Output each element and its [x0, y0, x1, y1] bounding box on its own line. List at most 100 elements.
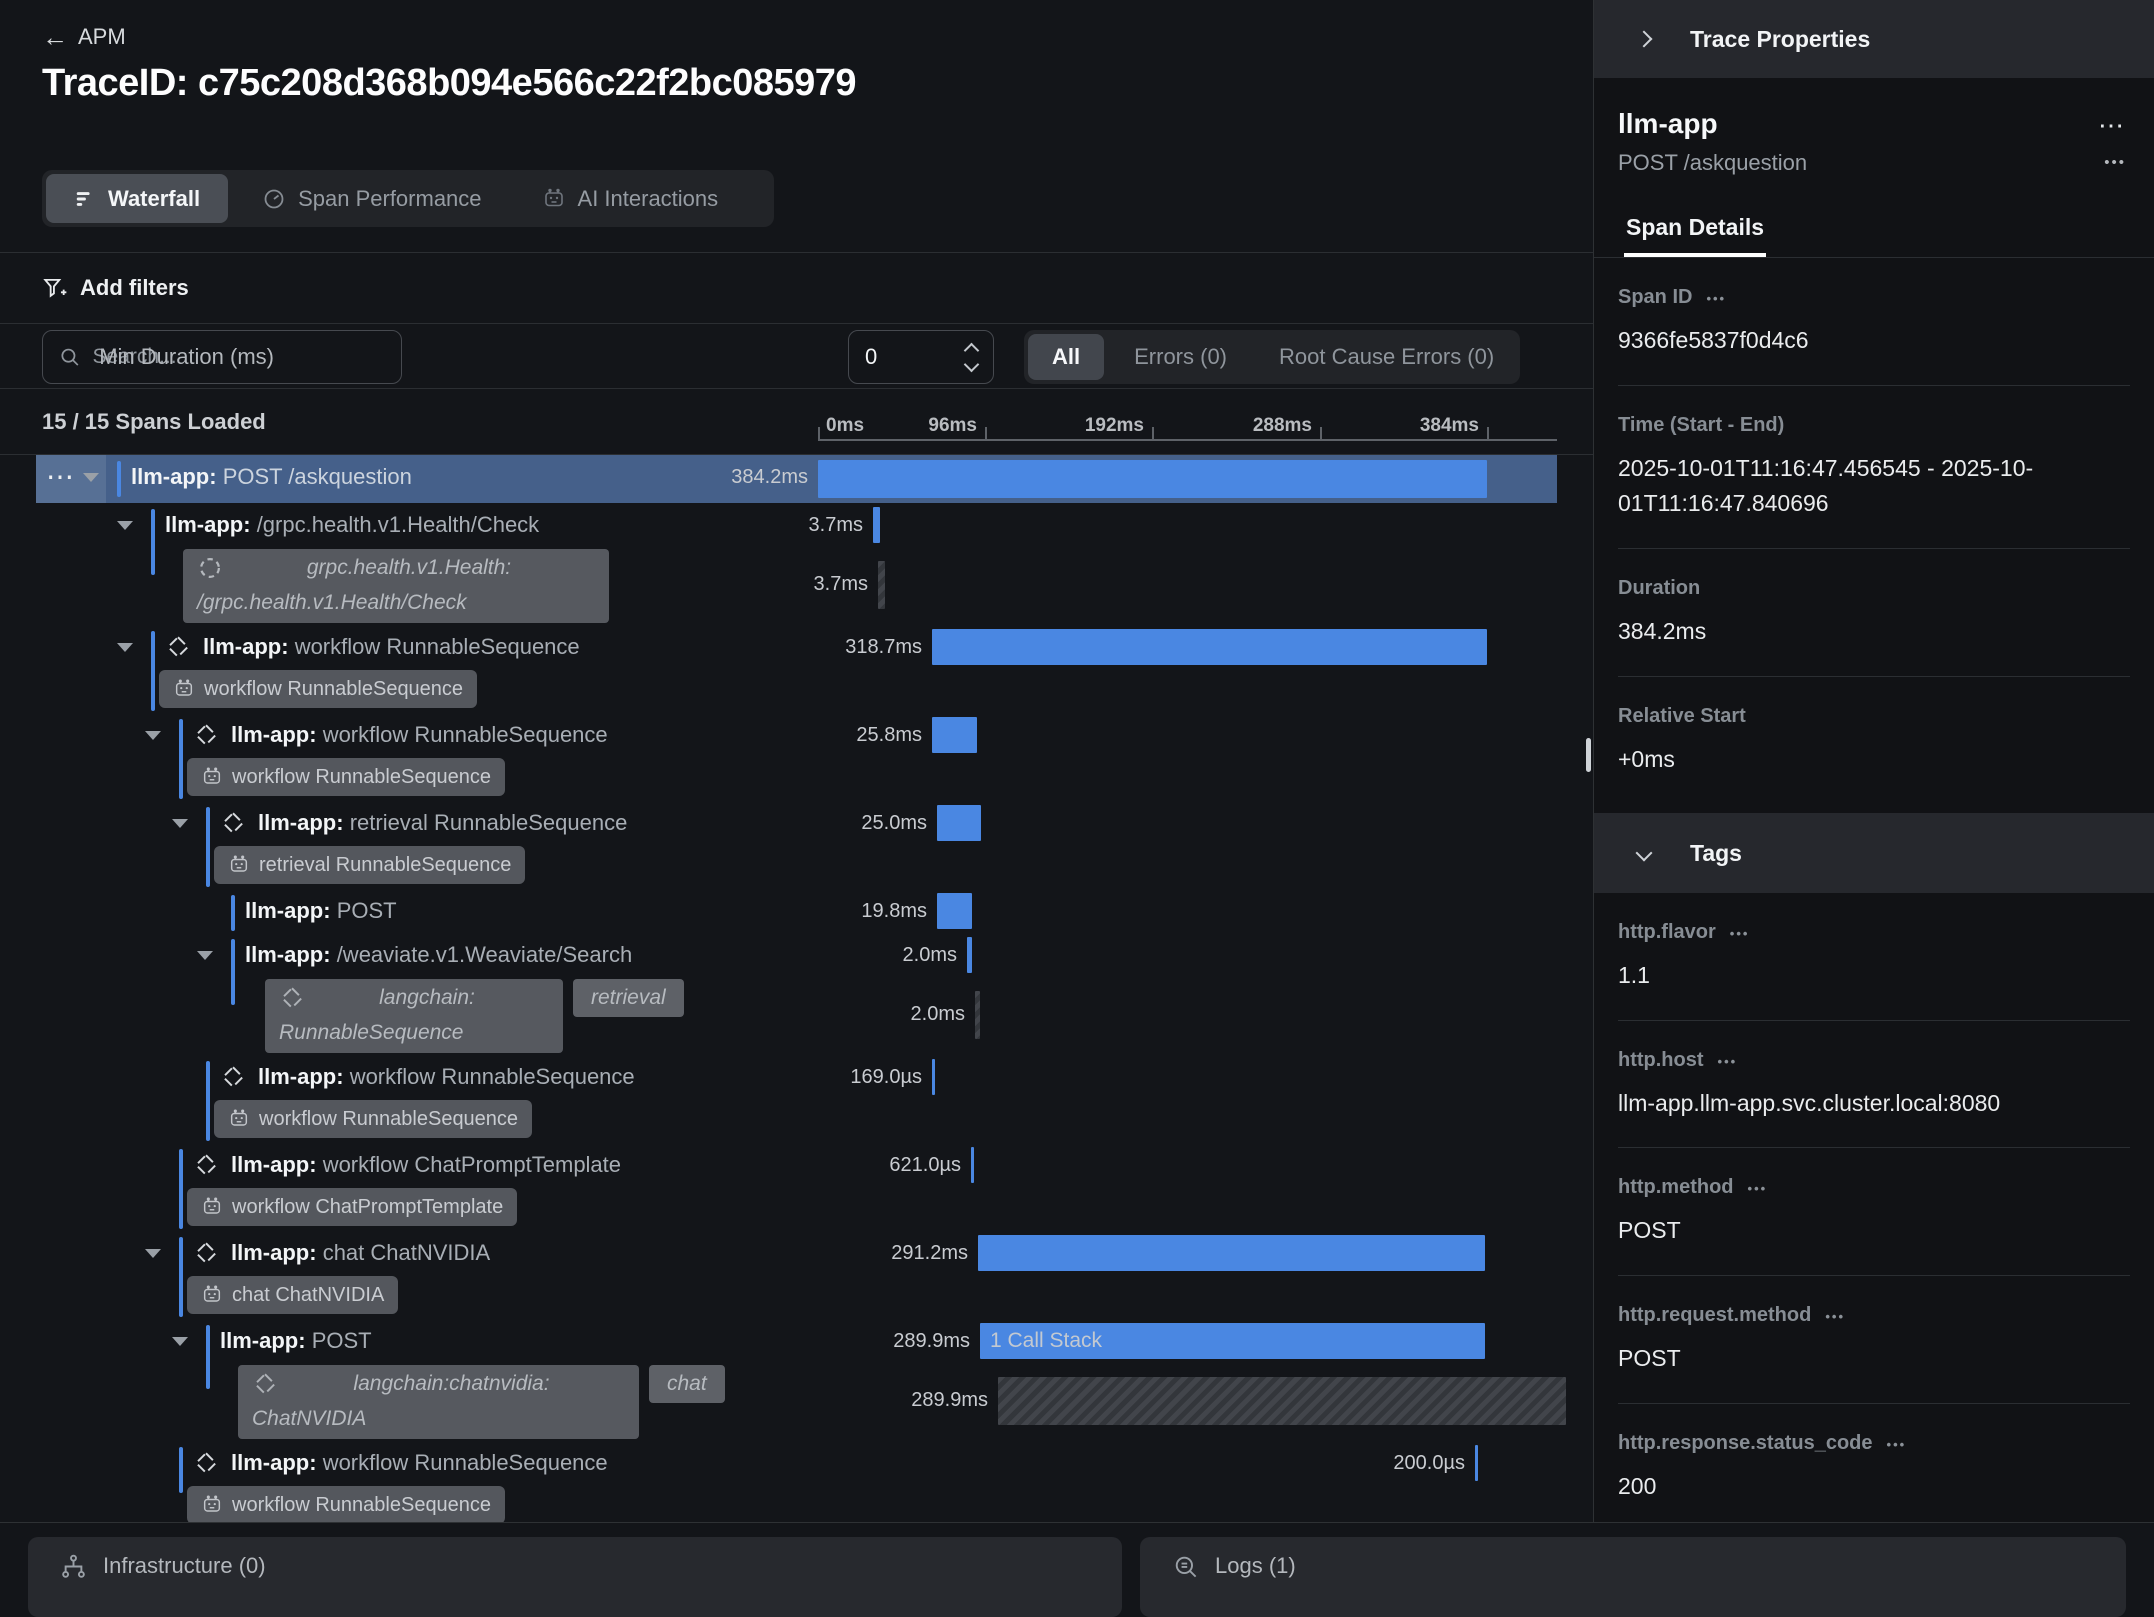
span-bar[interactable]	[978, 1235, 1485, 1271]
collapse-caret-icon[interactable]	[145, 731, 161, 740]
collapse-caret-icon[interactable]	[172, 1337, 188, 1346]
operation-chip[interactable]: workflow RunnableSequence	[214, 1100, 532, 1138]
span-bar[interactable]	[932, 717, 977, 753]
span-label[interactable]: llm-app: workflow RunnableSequence	[231, 1441, 608, 1485]
call-stack-badge[interactable]: 1 Call Stack	[980, 1323, 1485, 1359]
span-label[interactable]: llm-app: POST	[220, 1319, 372, 1363]
field-menu-icon[interactable]: •••	[1730, 926, 1750, 941]
min-duration-input-box[interactable]	[848, 330, 994, 384]
field-menu-icon[interactable]: •••	[1706, 291, 1726, 306]
operation-chip[interactable]: retrieval RunnableSequence	[214, 846, 525, 884]
waterfall-rows: ⋯llm-app: POST /askquestion384.2msllm-ap…	[0, 455, 1593, 1522]
logs-button[interactable]: Logs (1)	[1140, 1537, 2126, 1617]
field-value: +0ms	[1618, 742, 2130, 778]
waterfall-operation-tooltip-row[interactable]: langchain:chatnvidia: ChatNVIDIAchat289.…	[0, 1363, 1593, 1441]
span-label[interactable]: llm-app: chat ChatNVIDIA	[231, 1231, 490, 1275]
span-bar[interactable]	[937, 805, 981, 841]
add-filters-button[interactable]: Add filters	[42, 253, 189, 323]
service-menu-icon[interactable]: ⋯	[2098, 110, 2126, 141]
waterfall-span-row[interactable]: llm-app: workflow RunnableSequence25.8ms…	[0, 713, 1593, 801]
operation-chip[interactable]: workflow RunnableSequence	[187, 1486, 505, 1522]
trace-properties-panel: Trace Properties llm-app ⋯ POST /askques…	[1593, 0, 2154, 1522]
operation-robot-icon	[228, 854, 250, 876]
span-label[interactable]: llm-app: workflow ChatPromptTemplate	[231, 1143, 621, 1187]
waterfall-span-row[interactable]: llm-app: workflow RunnableSequence169.0µ…	[0, 1055, 1593, 1143]
waterfall-span-row[interactable]: llm-app: /weaviate.v1.Weaviate/Search 2.0…	[0, 933, 1593, 977]
waterfall-operation-tooltip-row[interactable]: langchain: RunnableSequenceretrieval2.0m…	[0, 977, 1593, 1055]
span-duration: 2.0ms	[717, 933, 957, 977]
number-stepper[interactable]	[966, 345, 977, 370]
waterfall-span-row[interactable]: llm-app: /grpc.health.v1.Health/Check3.7…	[0, 503, 1593, 547]
span-bar[interactable]	[818, 460, 1487, 498]
field-value: 9366fe5837f0d4c6	[1618, 323, 2130, 359]
span-bar[interactable]	[1475, 1445, 1478, 1481]
operation-chip[interactable]: workflow ChatPromptTemplate	[187, 1188, 517, 1226]
operation-chip[interactable]: chat ChatNVIDIA	[187, 1276, 398, 1314]
collapse-caret-icon[interactable]	[197, 951, 213, 960]
collapse-caret-icon[interactable]	[117, 643, 133, 652]
waterfall-span-row[interactable]: ⋯llm-app: POST /askquestion384.2ms	[0, 455, 1593, 503]
collapse-caret-icon[interactable]	[145, 1249, 161, 1258]
operation-chip[interactable]: workflow RunnableSequence	[187, 758, 505, 796]
stepper-up-icon[interactable]	[964, 342, 980, 358]
more-options-icon[interactable]: ⋯	[46, 455, 75, 503]
panel-field: Relative Start +0ms	[1618, 677, 2130, 804]
collapse-panel-icon[interactable]	[1636, 31, 1653, 48]
collapse-caret-icon[interactable]	[83, 473, 99, 482]
waterfall-span-row[interactable]: llm-app: POST19.8ms	[0, 889, 1593, 933]
segment-root-cause-errors[interactable]: Root Cause Errors (0)	[1253, 330, 1520, 384]
back-to-apm-link[interactable]: ← APM	[42, 24, 126, 50]
span-bar[interactable]	[873, 507, 880, 543]
waterfall-operation-tooltip-row[interactable]: grpc.health.v1.Health: /grpc.health.v1.H…	[0, 547, 1593, 625]
span-bar[interactable]	[932, 629, 1487, 665]
span-label[interactable]: llm-app: /grpc.health.v1.Health/Check	[165, 503, 539, 547]
axis-tick-label: 288ms	[1253, 415, 1312, 437]
span-label[interactable]: llm-app: POST	[245, 889, 397, 933]
panel-resize-handle[interactable]	[1586, 738, 1591, 772]
time-axis: 0ms 96ms 192ms 288ms 384ms	[818, 399, 1557, 441]
field-value: 2025-10-01T11:16:47.456545 - 2025-10-01T…	[1618, 451, 2130, 522]
span-bar[interactable]	[967, 937, 972, 973]
endpoint-menu-icon[interactable]: •••	[2104, 154, 2126, 171]
min-duration-input[interactable]	[865, 344, 935, 370]
collapse-caret-icon[interactable]	[117, 521, 133, 530]
span-bar[interactable]	[937, 893, 972, 929]
span-label[interactable]: llm-app: POST /askquestion	[131, 455, 412, 499]
endpoint-row: POST /askquestion •••	[1618, 150, 2130, 176]
span-label[interactable]: llm-app: retrieval RunnableSequence	[258, 801, 627, 845]
axis-tick	[1487, 427, 1489, 441]
span-bar[interactable]	[971, 1147, 974, 1183]
operation-robot-icon	[228, 1108, 250, 1130]
tab-span-details[interactable]: Span Details	[1624, 202, 1766, 257]
field-menu-icon[interactable]: •••	[1718, 1054, 1738, 1069]
tags-section-header[interactable]: Tags	[1594, 813, 2154, 893]
waterfall-span-row[interactable]: llm-app: workflow RunnableSequence200.0µ…	[0, 1441, 1593, 1522]
infrastructure-button[interactable]: Infrastructure (0)	[28, 1537, 1122, 1617]
span-bar[interactable]: 1 Call Stack	[980, 1323, 1485, 1359]
waterfall-span-row[interactable]: llm-app: workflow RunnableSequence318.7m…	[0, 625, 1593, 713]
span-duration: 3.7ms	[628, 547, 868, 625]
operation-chip[interactable]: workflow RunnableSequence	[159, 670, 477, 708]
back-label: APM	[78, 24, 126, 50]
segment-errors[interactable]: Errors (0)	[1108, 330, 1253, 384]
waterfall-span-row[interactable]: llm-app: chat ChatNVIDIA291.2mschat Chat…	[0, 1231, 1593, 1319]
tab-waterfall[interactable]: Waterfall	[46, 174, 228, 223]
stepper-down-icon[interactable]	[964, 356, 980, 372]
field-menu-icon[interactable]: •••	[1825, 1309, 1845, 1324]
tab-ai-interactions[interactable]: AI Interactions	[512, 170, 749, 227]
field-menu-icon[interactable]: •••	[1887, 1437, 1907, 1452]
span-label[interactable]: llm-app: workflow RunnableSequence	[203, 625, 580, 669]
waterfall-span-row[interactable]: llm-app: POST289.9ms1 Call Stack	[0, 1319, 1593, 1363]
panel-header: Trace Properties	[1594, 0, 2154, 78]
tab-span-performance[interactable]: Span Performance	[232, 170, 511, 227]
collapse-caret-icon[interactable]	[172, 819, 188, 828]
waterfall-span-row[interactable]: llm-app: workflow ChatPromptTemplate621.…	[0, 1143, 1593, 1231]
span-label[interactable]: llm-app: workflow RunnableSequence	[231, 713, 608, 757]
waterfall-span-row[interactable]: llm-app: retrieval RunnableSequence25.0m…	[0, 801, 1593, 889]
span-label[interactable]: llm-app: workflow RunnableSequence	[258, 1055, 635, 1099]
field-menu-icon[interactable]: •••	[1748, 1181, 1768, 1196]
span-duration: 2.0ms	[725, 977, 965, 1055]
segment-all[interactable]: All	[1028, 334, 1104, 380]
span-bar[interactable]	[932, 1059, 935, 1095]
span-label[interactable]: llm-app: /weaviate.v1.Weaviate/Search	[245, 933, 632, 977]
